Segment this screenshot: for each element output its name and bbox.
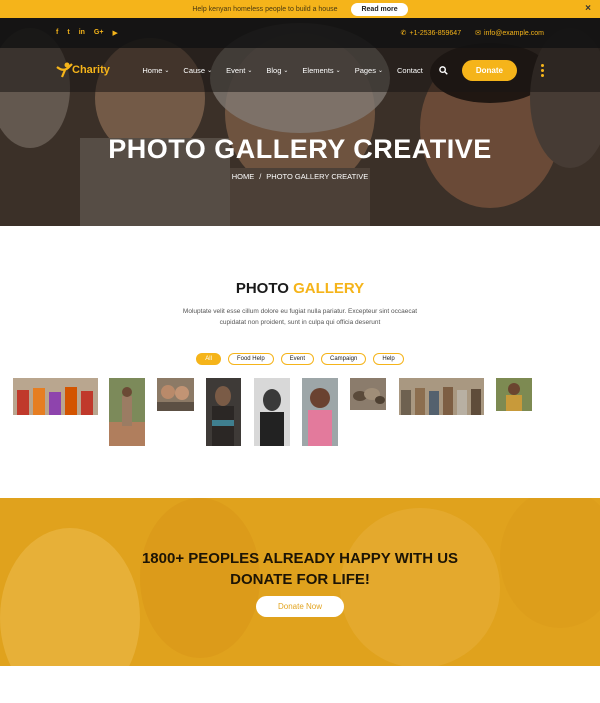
gallery-image[interactable] [157,378,194,411]
hero-banner: f t in G+ ▶ ✆ +1-2536-859647 ✉ info@exam… [0,18,600,226]
brand-name: Charity [72,64,110,76]
nav-label: Blog [266,65,282,75]
social-links: f t in G+ ▶ [56,29,118,37]
linkedin-icon[interactable]: in [79,29,85,37]
nav-menu: Home ⌄ Cause ⌄ Event ⌄ Blog ⌄ Elements ⌄ Page… [142,66,423,75]
close-icon[interactable]: × [585,3,591,14]
gallery-image[interactable] [302,378,338,446]
nav-item-pages[interactable]: Pages ⌄ [355,66,383,75]
nav-label: Elements [302,65,334,75]
brand-logo[interactable]: Charity [56,62,110,78]
breadcrumb: HOME / PHOTO GALLERY CREATIVE [0,172,600,181]
phone-icon: ✆ [400,30,407,37]
nav-label: Cause [183,65,206,75]
gallery-image[interactable] [254,378,290,446]
donate-cta-section: 1800+ PEOPLES ALREADY HAPPY WITH US DONA… [0,498,600,666]
nav-label: Pages [354,65,376,75]
cta-heading: 1800+ PEOPLES ALREADY HAPPY WITH US DONA… [0,548,600,590]
nav-item-elements[interactable]: Elements ⌄ [302,66,340,75]
filter-food-help[interactable]: Food Help [227,353,274,365]
donate-now-button[interactable]: Donate Now [256,596,344,617]
cta-heading-line1: 1800+ PEOPLES ALREADY HAPPY WITH US [141,550,459,567]
chevron-down-icon: ⌄ [377,67,384,74]
google-plus-icon[interactable]: G+ [94,29,104,37]
filter-all[interactable]: All [196,353,221,365]
nav-item-contact[interactable]: Contact [397,66,423,75]
donate-button[interactable]: Donate [461,59,517,81]
gallery-description: Moluptate velit esse cillum dolore eu fu… [182,308,418,326]
chevron-down-icon: ⌄ [207,67,213,74]
chevron-down-icon: ⌄ [164,67,170,74]
page-title: PHOTO GALLERY CREATIVE [108,134,492,164]
chevron-down-icon: ⌄ [283,67,289,74]
cta-heading-line2: DONATE FOR LIFE! [230,571,370,588]
youtube-icon[interactable]: ▶ [112,29,117,37]
gallery-heading-accent: GALLERY [293,280,365,297]
nav-item-cause[interactable]: Cause ⌄ [183,66,212,75]
gallery-filters: All Food Help Event Campaign Help [0,353,600,365]
phone-link[interactable]: ✆ +1-2536-859647 [400,29,462,38]
main-navigation: Charity Home ⌄ Cause ⌄ Event ⌄ Blog ⌄ Elemen… [0,48,600,92]
gallery-heading-main: PHOTO [235,280,289,297]
notice-bar: Help kenyan homeless people to build a h… [0,0,600,18]
gallery-image[interactable] [496,378,532,411]
phone-number: +1-2536-859647 [409,29,462,37]
filter-help[interactable]: Help [373,353,404,365]
twitter-icon[interactable]: t [67,29,69,37]
more-menu-icon[interactable] [541,63,544,77]
notice-text: Help kenyan homeless people to build a h… [192,5,338,13]
breadcrumb-home[interactable]: HOME [232,172,255,181]
nav-item-event[interactable]: Event ⌄ [226,66,252,75]
nav-label: Contact [397,65,423,75]
gallery-image[interactable] [13,378,98,415]
contact-info: ✆ +1-2536-859647 ✉ info@example.com [400,29,544,38]
top-bar: f t in G+ ▶ ✆ +1-2536-859647 ✉ info@exam… [0,18,600,48]
breadcrumb-separator: / [259,172,262,181]
gallery-heading: PHOTO GALLERY [0,280,600,297]
nav-label: Home [142,65,163,75]
breadcrumb-current: PHOTO GALLERY CREATIVE [266,172,369,181]
envelope-icon: ✉ [475,30,481,37]
filter-event[interactable]: Event [280,353,314,365]
nav-label: Event [226,65,246,75]
read-more-button[interactable]: Read more [351,2,408,16]
filter-campaign[interactable]: Campaign [321,353,367,365]
gallery-image[interactable] [109,378,145,446]
nav-item-home[interactable]: Home ⌄ [142,66,169,75]
nav-item-blog[interactable]: Blog ⌄ [266,66,288,75]
gallery-image[interactable] [206,378,241,446]
email-address: info@example.com [483,29,544,37]
chevron-down-icon: ⌄ [247,67,253,74]
gallery-image[interactable] [399,378,484,415]
search-icon[interactable] [439,65,448,75]
chevron-down-icon: ⌄ [335,67,341,74]
facebook-icon[interactable]: f [56,29,58,37]
email-link[interactable]: ✉ info@example.com [475,29,544,38]
gallery-image[interactable] [350,378,386,410]
